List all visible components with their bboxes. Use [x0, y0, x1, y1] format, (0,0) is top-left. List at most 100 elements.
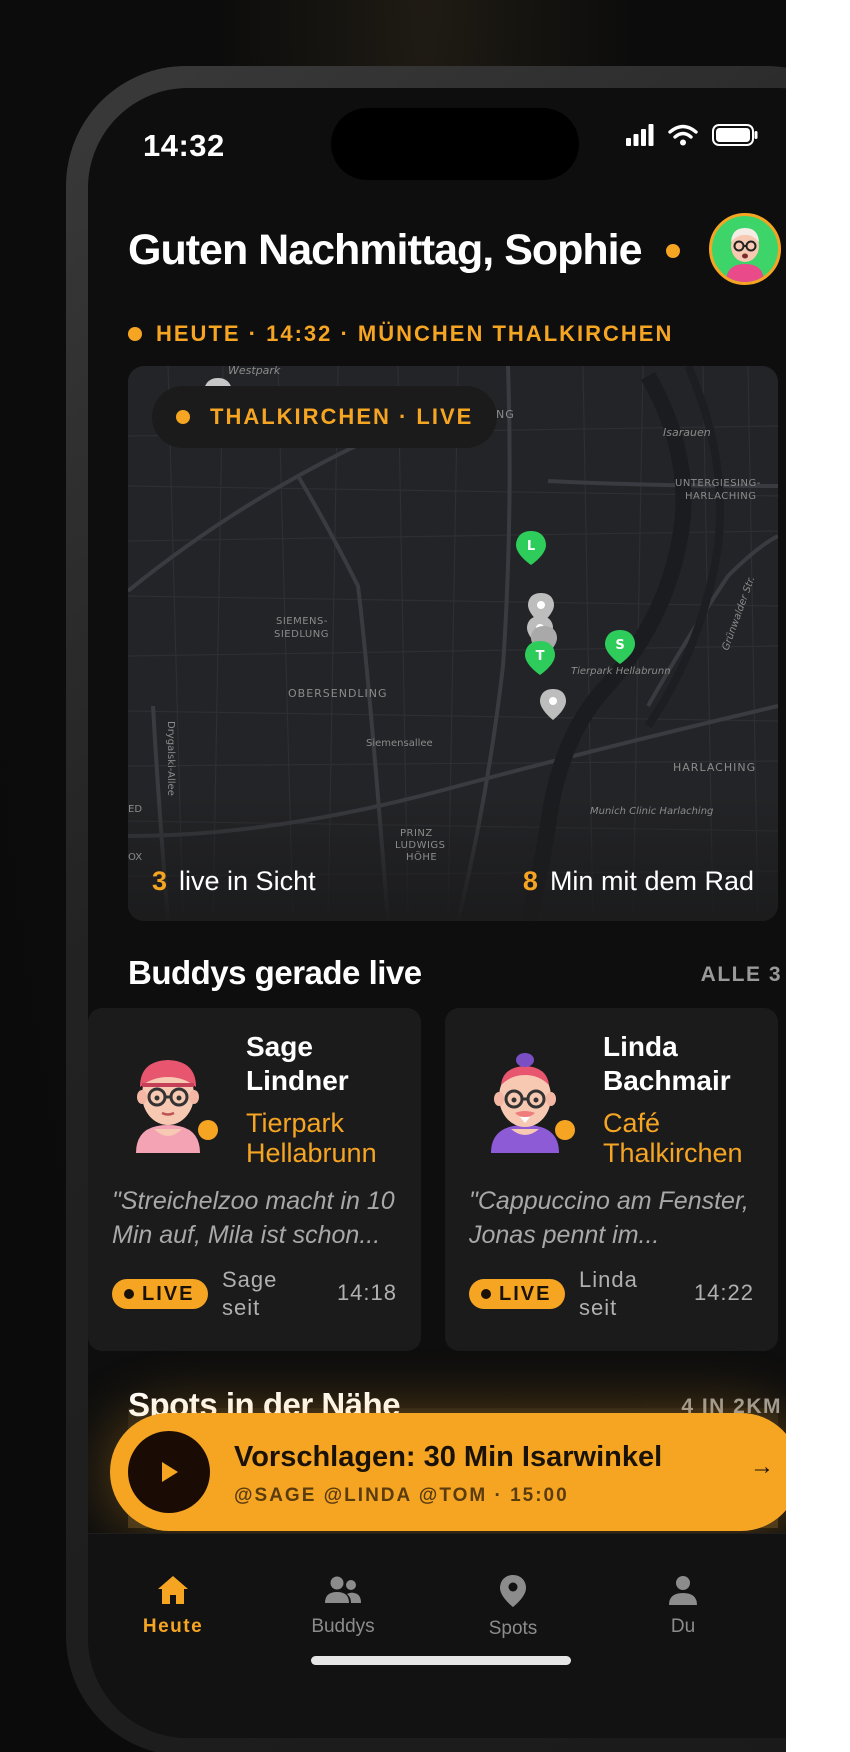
play-button[interactable]: [128, 1431, 210, 1513]
buddy-name-line: Lindner: [246, 1065, 349, 1096]
battery-icon: [712, 124, 758, 146]
stat-live-number: 3: [152, 866, 168, 896]
buddy-place-line: Café: [603, 1108, 661, 1138]
arrow-right-icon: →: [750, 1453, 774, 1480]
buddy-quote-line: Jonas pennt im...: [469, 1221, 660, 1249]
person-icon: [669, 1576, 697, 1605]
map-label: Drygalski-Allee: [165, 721, 176, 796]
buddy-place-line: Tierpark: [246, 1108, 345, 1138]
tab-label: Du: [670, 1616, 696, 1637]
suggest-cta-button[interactable]: Vorschlagen: 30 Min Isarwinkel @SAGE @LI…: [110, 1413, 800, 1531]
live-badge-text: LIVE: [142, 1282, 195, 1305]
map-label: Munich Clinic Harlaching: [590, 806, 713, 817]
buddy-online-dot: [198, 1120, 218, 1140]
live-badge: LIVE: [469, 1279, 566, 1309]
avatar-illustration: [726, 228, 764, 282]
buddy-place-line: Hellabrunn: [246, 1138, 377, 1168]
map-stat-live: 3 live in Sicht: [152, 866, 316, 897]
buddy-since-line: Sage: [222, 1267, 278, 1292]
buddies-see-all-link[interactable]: ALLE 3: [701, 963, 782, 987]
map-label: Siemensallee: [366, 738, 433, 749]
buddy-quote: "Cappuccino am Fenster, Jonas pennt im..…: [469, 1184, 759, 1252]
tab-spots[interactable]: Spots: [453, 1574, 573, 1640]
buddy-place: Café Thalkirchen: [603, 1108, 743, 1168]
buddy-time: 14:18: [336, 1280, 397, 1305]
tab-bar: Heute Buddys Spots Du: [88, 1533, 850, 1738]
buddy-online-dot: [555, 1120, 575, 1140]
wifi-icon: [668, 124, 698, 146]
pill-dot: [176, 410, 190, 424]
map-pin-letter: S: [615, 638, 624, 653]
map-label: PRINZ: [400, 828, 433, 839]
tab-du[interactable]: Du: [623, 1574, 743, 1638]
online-status-dot: [666, 244, 680, 258]
map-label: UNTERGIESING-: [675, 478, 761, 489]
map-pin-letter: T: [536, 649, 545, 664]
pill-text: THALKIRCHEN · LIVE: [210, 404, 474, 429]
live-badge-text: LIVE: [499, 1282, 552, 1305]
map-label: Isarauen: [663, 426, 711, 439]
phone-screen: 14:32 Guten Nachmittag, Sophie HEUTE · 1…: [88, 88, 850, 1738]
map-label: HÖHE: [406, 850, 437, 863]
pin-icon: [500, 1575, 526, 1607]
buddy-card-linda[interactable]: Linda Bachmair Café Thalkirchen "Cappucc…: [445, 1008, 778, 1351]
people-icon: [325, 1576, 361, 1603]
buddy-quote-line: "Streichelzoo macht in 10: [112, 1187, 395, 1215]
page-title: Guten Nachmittag, Sophie: [128, 226, 643, 274]
tab-label: Buddys: [311, 1616, 375, 1637]
tab-buddys[interactable]: Buddys: [283, 1574, 403, 1638]
status-icons: [626, 124, 758, 146]
home-icon: [158, 1576, 188, 1604]
buddy-time: 14:22: [693, 1280, 754, 1305]
location-text: HEUTE · 14:32 · MÜNCHEN THALKIRCHEN: [156, 321, 674, 346]
buddy-quote-line: Min auf, Mila ist schon...: [112, 1221, 381, 1249]
map-label: Tierpark Hellabrunn: [571, 666, 671, 677]
signal-icon: [626, 124, 654, 146]
page-background-edge: [786, 0, 850, 1752]
location-line: HEUTE · 14:32 · MÜNCHEN THALKIRCHEN: [128, 321, 673, 347]
buddy-since-line: seit: [222, 1295, 261, 1320]
stat-live-label: live in Sicht: [179, 866, 316, 896]
buddies-section-title: Buddys gerade live: [128, 954, 422, 991]
buddy-since-line: Linda: [579, 1267, 638, 1292]
page: 14:32 Guten Nachmittag, Sophie HEUTE · 1…: [0, 0, 850, 1752]
home-indicator[interactable]: [311, 1656, 571, 1665]
tab-label: Spots: [488, 1618, 538, 1639]
buddy-name-line: Sage: [246, 1031, 313, 1062]
buddy-name-line: Bachmair: [603, 1065, 731, 1096]
map-label: OBERSENDLING: [288, 687, 388, 700]
tab-label: Heute: [142, 1616, 204, 1637]
buddy-name: Linda Bachmair: [603, 1030, 731, 1098]
buddy-quote: "Streichelzoo macht in 10 Min auf, Mila …: [112, 1184, 402, 1252]
buddy-place: Tierpark Hellabrunn: [246, 1108, 377, 1168]
buddy-name-line: Linda: [603, 1031, 678, 1062]
map-label: HARLACHING: [685, 491, 756, 502]
live-badge: LIVE: [112, 1279, 209, 1309]
buddy-card-sage[interactable]: Sage Lindner Tierpark Hellabrunn "Streic…: [88, 1008, 421, 1351]
buddy-since-line: seit: [579, 1295, 618, 1320]
buddy-since: Sage seit: [222, 1266, 277, 1322]
play-icon: [162, 1462, 178, 1482]
map-stat-bike: 8 Min mit dem Rad: [523, 866, 754, 897]
map-label: SIEMENS-: [276, 616, 328, 627]
buddy-name: Sage Lindner: [246, 1030, 349, 1098]
buddy-quote-line: "Cappuccino am Fenster,: [469, 1187, 749, 1215]
map-live-pill[interactable]: THALKIRCHEN · LIVE: [152, 386, 498, 448]
tab-heute[interactable]: Heute: [113, 1574, 233, 1638]
profile-avatar[interactable]: [709, 213, 781, 285]
status-bar: 14:32: [88, 88, 850, 180]
map-canvas[interactable]: Westpark ENDLING Isarauen UNTERGIESING- …: [128, 366, 778, 921]
stat-bike-number: 8: [522, 866, 538, 896]
buddy-since: Linda seit: [579, 1266, 638, 1322]
location-dot: [128, 327, 142, 341]
map-label: ED: [128, 804, 142, 815]
buddy-place-line: Thalkirchen: [603, 1138, 743, 1168]
cta-title: Vorschlagen: 30 Min Isarwinkel: [234, 1441, 663, 1473]
cta-subtitle: @SAGE @LINDA @TOM · 15:00: [234, 1485, 569, 1506]
map-label: OX: [128, 852, 142, 863]
stat-bike-label: Min mit dem Rad: [549, 866, 754, 896]
status-time: 14:32: [143, 128, 225, 163]
map-label: Westpark: [228, 366, 281, 377]
map-pin-letter: L: [527, 539, 535, 554]
map-card[interactable]: Westpark ENDLING Isarauen UNTERGIESING- …: [128, 366, 778, 921]
